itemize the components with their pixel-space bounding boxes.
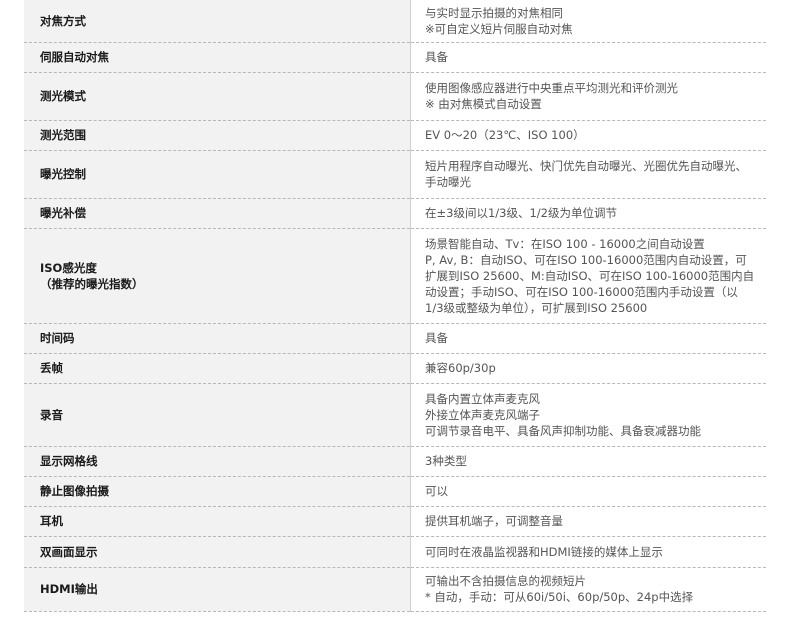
spec-value-cell: 3种类型: [410, 446, 766, 477]
spec-label-cell: 测光模式: [24, 72, 411, 121]
spec-label-cell: 耳机: [24, 506, 411, 537]
spec-value-line: ※ 由对焦模式自动设置: [425, 97, 542, 111]
spec-label-cell: 曝光补偿: [24, 198, 411, 229]
spec-value-line: 提供耳机端子，可调整音量: [425, 514, 563, 528]
spec-value-line: 具备: [425, 331, 448, 345]
spec-label: 丢帧: [40, 361, 63, 375]
spec-value-line: 3种类型: [425, 454, 467, 468]
spec-value-line: 具备: [425, 50, 448, 64]
spec-label-cell: 测光范围: [24, 120, 411, 151]
spec-label: 时间码: [40, 331, 75, 345]
spec-value-cell: 在±3级间以1/3级、1/2级为单位调节: [410, 198, 766, 229]
spec-label: HDMI输出: [40, 582, 98, 596]
spec-value-line: 外接立体声麦克风端子: [425, 407, 540, 422]
spec-label: 显示网格线: [40, 454, 98, 468]
spec-table-body: 对焦方式 与实时显示拍摄的对焦相同 ※可自定义短片伺服自动对焦 伺服自动对焦 具备 测光模…: [24, 0, 766, 612]
spec-value-cell: 兼容60p/30p: [410, 353, 766, 384]
spec-row: 静止图像拍摄 可以: [24, 476, 766, 507]
spec-label: 对焦方式: [40, 13, 86, 28]
spec-row: 丢帧 兼容60p/30p: [24, 353, 766, 384]
spec-label-cell: 对焦方式: [24, 0, 411, 43]
spec-value-line: 可调节录音电平、具备风声抑制功能、具备衰减器功能: [425, 423, 701, 438]
spec-value-cell: 可同时在液晶监视器和HDMI链接的媒体上显示: [410, 536, 766, 568]
spec-row: 对焦方式 与实时显示拍摄的对焦相同 ※可自定义短片伺服自动对焦: [24, 0, 766, 43]
spec-label: 录音: [40, 407, 63, 422]
spec-label-cell: 录音: [24, 383, 411, 447]
spec-value-line: 在±3级间以1/3级、1/2级为单位调节: [425, 206, 617, 220]
spec-label-cell: 曝光控制: [24, 150, 411, 199]
spec-value-cell: 短片用程序自动曝光、快门优先自动曝光、光圈优先自动曝光、 手动曝光: [410, 150, 766, 199]
spec-value-cell: 具备: [410, 323, 766, 354]
spec-value-cell: 具备内置立体声麦克风 外接立体声麦克风端子 可调节录音电平、具备风声抑制功能、具备衰…: [410, 383, 766, 447]
spec-label-cell: 伺服自动对焦: [24, 42, 411, 73]
spec-label: 双画面显示: [40, 544, 98, 559]
spec-label: 测光范围: [40, 128, 86, 142]
spec-row: 双画面显示 可同时在液晶监视器和HDMI链接的媒体上显示: [24, 536, 766, 568]
spec-value-line: 手动曝光: [425, 175, 471, 189]
spec-value-line: 与实时显示拍摄的对焦相同: [425, 5, 563, 20]
spec-value-line: P, Av, B：自动ISO、可在ISO 100-16000范围内自动设置，可: [425, 252, 747, 267]
spec-value-line: 场景智能自动、Tv：在ISO 100 - 16000之间自动设置: [425, 236, 705, 251]
spec-row: 测光模式 使用图像感应器进行中央重点平均测光和评价测光 ※ 由对焦模式自动设置: [24, 72, 766, 121]
spec-value-line: 可同时在液晶监视器和HDMI链接的媒体上显示: [425, 544, 663, 559]
spec-value-cell: 场景智能自动、Tv：在ISO 100 - 16000之间自动设置 P, Av, B…: [410, 228, 766, 324]
spec-label: 耳机: [40, 514, 63, 528]
spec-value-line: 兼容60p/30p: [425, 361, 496, 375]
spec-label-cell: 双画面显示: [24, 536, 411, 568]
spec-row: ISO感光度 （推荐的曝光指数） 场景智能自动、Tv：在ISO 100 - 1600…: [24, 228, 766, 324]
spec-label-cell: 显示网格线: [24, 446, 411, 477]
spec-value-line: 可以: [425, 484, 448, 498]
spec-value-line: 具备内置立体声麦克风: [425, 391, 540, 406]
spec-row: 曝光补偿 在±3级间以1/3级、1/2级为单位调节: [24, 198, 766, 229]
spec-value-line: ※可自定义短片伺服自动对焦: [425, 21, 573, 36]
spec-value-cell: 与实时显示拍摄的对焦相同 ※可自定义短片伺服自动对焦: [410, 0, 766, 43]
spec-value-cell: 可输出不含拍摄信息的视频短片 * 自动，手动：可从60i/50i、60p/50p、…: [410, 567, 766, 612]
spec-value-cell: EV 0～20（23℃、ISO 100）: [410, 120, 766, 151]
spec-label-cell: 时间码: [24, 323, 411, 354]
spec-value-cell: 提供耳机端子，可调整音量: [410, 506, 766, 537]
spec-label: 静止图像拍摄: [40, 484, 109, 498]
spec-row: 显示网格线 3种类型: [24, 446, 766, 477]
spec-row: 录音 具备内置立体声麦克风 外接立体声麦克风端子 可调节录音电平、具备风声抑制功能、具…: [24, 383, 766, 447]
spec-label-cell: ISO感光度 （推荐的曝光指数）: [24, 228, 411, 324]
spec-value-cell: 具备: [410, 42, 766, 73]
spec-value-cell: 可以: [410, 476, 766, 507]
spec-label: 测光模式: [40, 89, 86, 103]
spec-row: 耳机 提供耳机端子，可调整音量: [24, 506, 766, 537]
spec-row: 曝光控制 短片用程序自动曝光、快门优先自动曝光、光圈优先自动曝光、 手动曝光: [24, 150, 766, 199]
spec-label: 伺服自动对焦: [40, 50, 109, 64]
spec-label-cell: HDMI输出: [24, 567, 411, 612]
spec-label: ISO感光度: [40, 260, 97, 275]
spec-value-line: 短片用程序自动曝光、快门优先自动曝光、光圈优先自动曝光、: [425, 159, 747, 173]
spec-value-line: 可输出不含拍摄信息的视频短片: [425, 574, 586, 588]
spec-value-line: * 自动，手动：可从60i/50i、60p/50p、24p中选择: [425, 590, 694, 604]
spec-row: 时间码 具备: [24, 323, 766, 354]
spec-row: HDMI输出 可输出不含拍摄信息的视频短片 * 自动，手动：可从60i/50i、60…: [24, 567, 766, 612]
spec-label: 曝光补偿: [40, 206, 86, 220]
spec-row: 测光范围 EV 0～20（23℃、ISO 100）: [24, 120, 766, 151]
spec-value-cell: 使用图像感应器进行中央重点平均测光和评价测光 ※ 由对焦模式自动设置: [410, 72, 766, 121]
spec-table: 对焦方式 与实时显示拍摄的对焦相同 ※可自定义短片伺服自动对焦 伺服自动对焦 具备 测光模…: [24, 0, 766, 612]
spec-value-line: 扩展到ISO 25600、M:自动ISO、可在ISO 100-16000范围内自: [425, 268, 755, 283]
spec-value-line: EV 0～20（23℃、ISO 100）: [425, 128, 585, 142]
spec-value-line: 动设置；手动ISO、可在ISO 100-16000范围内手动设置（以: [425, 284, 738, 299]
spec-row: 伺服自动对焦 具备: [24, 42, 766, 73]
spec-label: 曝光控制: [40, 167, 86, 181]
spec-label-cell: 丢帧: [24, 353, 411, 384]
spec-label: （推荐的曝光指数）: [40, 276, 144, 291]
spec-label-cell: 静止图像拍摄: [24, 476, 411, 507]
spec-value-line: 1/3级或整级为单位），可扩展到ISO 25600: [425, 300, 648, 315]
spec-value-line: 使用图像感应器进行中央重点平均测光和评价测光: [425, 81, 678, 95]
